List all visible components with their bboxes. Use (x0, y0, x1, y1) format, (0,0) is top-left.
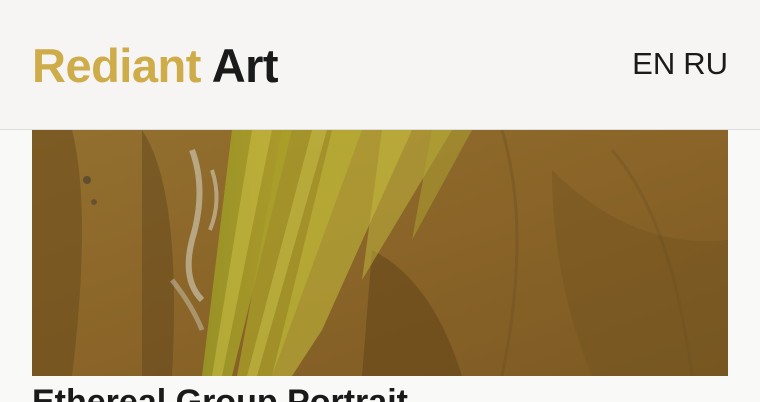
language-switcher: EN RU (632, 46, 728, 82)
artwork-title[interactable]: Ethereal Group Portrait (32, 382, 408, 402)
language-en-link[interactable]: EN (632, 46, 675, 81)
artwork-illustration (32, 130, 728, 376)
site-logo[interactable]: Rediant Art (32, 39, 279, 92)
page: Rediant Art EN RU Ethereal Group Portrai… (0, 0, 760, 402)
site-header: Rediant Art EN RU (0, 0, 760, 130)
language-ru-link[interactable]: RU (683, 46, 728, 81)
artwork-image[interactable] (32, 130, 728, 376)
logo-accent-text: Rediant (32, 39, 201, 92)
logo-main-text: Art (211, 39, 279, 92)
